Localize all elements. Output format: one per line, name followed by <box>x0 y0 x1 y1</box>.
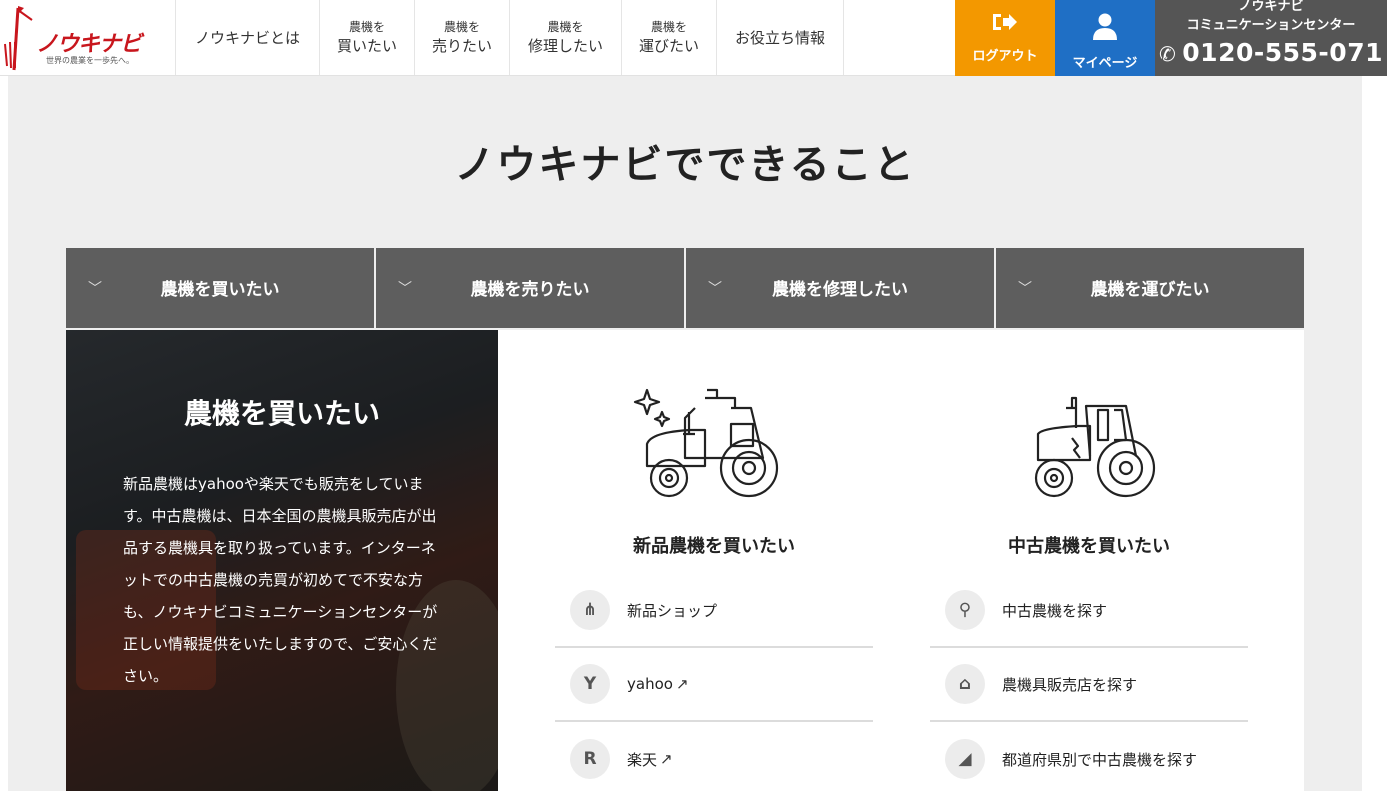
user-icon <box>1093 13 1117 40</box>
nav-label-top: 農機を <box>443 19 480 34</box>
link-label: 農機具販売店を探す <box>1002 675 1138 694</box>
link-label: 中古農機を探す <box>1002 601 1108 620</box>
buy-panel: 農機を買いたい 新品農機はyahooや楽天でも販売をしています。中古農機は、日本… <box>66 330 1304 791</box>
external-link-icon: ↗ <box>675 675 689 693</box>
external-link-icon: ↗ <box>660 750 673 768</box>
panel-description: 新品農機はyahooや楽天でも販売をしています。中古農機は、日本全国の農機具販売… <box>123 475 438 685</box>
panel-title: 農機を買いたい <box>183 397 380 430</box>
logout-button[interactable]: ログアウト <box>955 0 1055 76</box>
new-tractor-icon <box>633 388 779 498</box>
features-section: ノウキナビでできること ﹀ 農機を買いたい ﹀ 農機を売りたい ﹀ 農機を修理し… <box>8 76 1362 791</box>
yahoo-icon: Y <box>570 664 610 704</box>
logout-label: ログアウト <box>972 49 1038 64</box>
tab-label: 農機を運びたい <box>1090 280 1210 300</box>
map-icon: ◢ <box>945 739 985 779</box>
link-label: yahoo <box>627 675 673 693</box>
nav-label-top: 農機を <box>547 19 584 34</box>
main-nav: ノウキナビとは 農機を 買いたい 農機を 売りたい 農機を 修理したい 農機を … <box>176 0 844 75</box>
nav-sell[interactable]: 農機を 売りたい <box>415 0 510 75</box>
communication-center[interactable]: ノウキナビ コミュニケーションセンター ✆ 0120-555-071 <box>1155 0 1387 76</box>
rakuten-link[interactable]: R 楽天 ↗ <box>555 722 873 791</box>
new-shop-link[interactable]: ⋔ 新品ショップ <box>555 574 873 648</box>
search-dealer-link[interactable]: ⌂ 農機具販売店を探す <box>930 648 1248 722</box>
tab-label: 農機を修理したい <box>772 280 908 300</box>
buy-intro: 農機を買いたい 新品農機はyahooや楽天でも販売をしています。中古農機は、日本… <box>66 330 498 791</box>
nav-label: ノウキナビとは <box>194 29 300 47</box>
nav-label-bottom: 買いたい <box>336 36 397 55</box>
logout-icon <box>993 14 1017 30</box>
tab-transport[interactable]: ﹀ 農機を運びたい <box>996 248 1304 328</box>
phone-number: 0120-555-071 <box>1182 38 1383 67</box>
used-machines-column: 中古農機を買いたい ⚲ 中古農機を探す ⌂ 農機具販売店を探す ◢ 都道府県別で… <box>930 330 1248 791</box>
logo-mark-icon <box>4 6 33 71</box>
used-tractor-icon <box>1034 396 1156 498</box>
logo-tagline: 世界の農業を一歩先へ。 <box>46 56 134 65</box>
link-label: 都道府県別で中古農機を探す <box>1002 750 1198 769</box>
nav-label-top: 農機を <box>650 19 687 34</box>
search-used-link[interactable]: ⚲ 中古農機を探す <box>930 574 1248 648</box>
nav-about[interactable]: ノウキナビとは <box>176 0 320 75</box>
column-title: 中古農機を買いたい <box>1008 536 1170 557</box>
nav-useful-info[interactable]: お役立ち情報 <box>717 0 844 75</box>
link-label: 新品ショップ <box>627 601 718 620</box>
nav-repair[interactable]: 農機を 修理したい <box>510 0 622 75</box>
nav-label-top: 農機を <box>348 19 385 34</box>
tab-sell[interactable]: ﹀ 農機を売りたい <box>376 248 684 328</box>
feature-tabs: ﹀ 農機を買いたい ﹀ 農機を売りたい ﹀ 農機を修理したい ﹀ 農機を運びたい <box>66 248 1304 328</box>
tab-repair[interactable]: ﹀ 農機を修理したい <box>686 248 994 328</box>
center-phone[interactable]: ✆ 0120-555-071 <box>1155 38 1387 67</box>
tab-label: 農機を売りたい <box>470 280 590 300</box>
nav-buy[interactable]: 農機を 買いたい <box>320 0 415 75</box>
nav-label-bottom: 売りたい <box>431 36 492 55</box>
center-name-line2: コミュニケーションセンター <box>1186 18 1356 33</box>
search-by-prefecture-link[interactable]: ◢ 都道府県別で中古農機を探す <box>930 722 1248 791</box>
tab-label: 農機を買いたい <box>160 280 280 300</box>
nouki-logo-icon: ⋔ <box>570 590 610 630</box>
tab-buy[interactable]: ﹀ 農機を買いたい <box>66 248 374 328</box>
new-machines-column: 新品農機を買いたい ⋔ 新品ショップ Y yahoo ↗ R 楽天 ↗ <box>555 330 873 791</box>
link-list: ⚲ 中古農機を探す ⌂ 農機具販売店を探す ◢ 都道府県別で中古農機を探す <box>930 574 1248 791</box>
center-name-line1: ノウキナビ <box>1238 0 1304 14</box>
nav-label-bottom: 修理したい <box>527 36 603 55</box>
nav-label-bottom: 運びたい <box>638 36 699 55</box>
site-header: ノウキナビ 世界の農業を一歩先へ。 ノウキナビとは 農機を 買いたい 農機を 売… <box>0 0 1387 76</box>
nav-transport[interactable]: 農機を 運びたい <box>622 0 717 75</box>
store-icon: ⌂ <box>945 664 985 704</box>
mypage-label: マイページ <box>1072 56 1138 71</box>
column-title: 新品農機を買いたい <box>633 536 795 557</box>
search-icon: ⚲ <box>945 590 985 630</box>
section-title: ノウキナビでできること <box>454 142 916 188</box>
mypage-button[interactable]: マイページ <box>1055 0 1155 76</box>
yahoo-link[interactable]: Y yahoo ↗ <box>555 648 873 722</box>
phone-icon: ✆ <box>1159 42 1177 66</box>
site-logo[interactable]: ノウキナビ 世界の農業を一歩先へ。 <box>0 0 176 75</box>
link-label: 楽天 <box>627 750 658 769</box>
rakuten-icon: R <box>570 739 610 779</box>
nav-label: お役立ち情報 <box>734 29 825 47</box>
link-list: ⋔ 新品ショップ Y yahoo ↗ R 楽天 ↗ <box>555 574 873 791</box>
logo-wordmark: ノウキナビ <box>36 32 142 57</box>
